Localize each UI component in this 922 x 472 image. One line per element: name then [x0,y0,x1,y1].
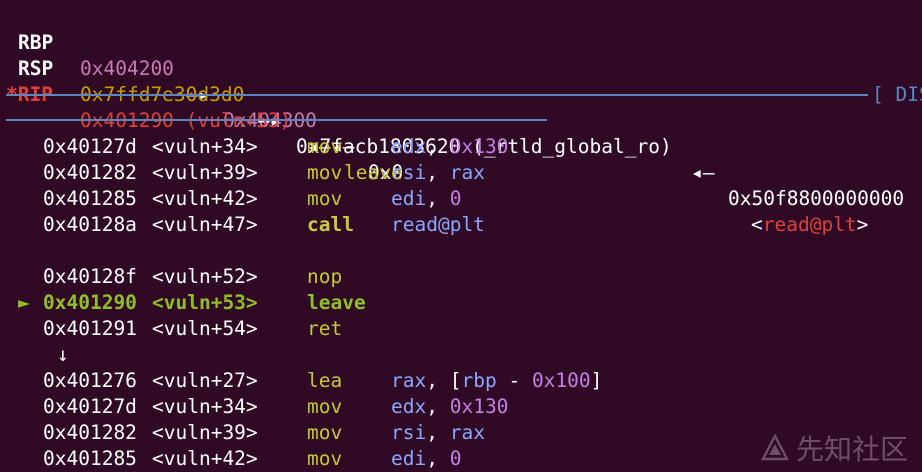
instruction-operands: read@plt [391,212,485,238]
section-divider [6,94,868,96]
comment-bracket-close: > [856,213,869,236]
instruction-address: 0x401285 [43,187,137,210]
instruction-mnemonic: leave [307,291,366,314]
instruction-address: 0x40127d [43,135,137,158]
operand-separator: , [426,395,450,418]
instruction-symbol: <vuln+53> [152,291,258,314]
instruction-symbol: <vuln+47> [152,213,258,236]
jump-down-arrow-icon: ↓ [57,343,69,366]
operand-separator: , [426,135,450,158]
operand-1: rsi [391,421,427,444]
comment-bracket-open: < [751,213,763,236]
instruction-mnemonic: mov [307,161,343,184]
instruction-mnemonic: nop [307,265,343,288]
instruction-address: 0x401282 [43,421,137,444]
instruction-mnemonic: ret [307,317,343,340]
instruction-symbol: <vuln+39> [152,421,258,444]
instruction-address: 0x401276 [43,369,137,392]
instruction-operands: edi, 0 [391,186,461,212]
current-instruction-pointer-icon: ► [18,291,30,314]
call-target-symbol: read@plt [762,213,857,236]
instruction-address: 0x401282 [43,161,137,184]
instruction-mnemonic: mov [307,395,343,418]
instruction-mnemonic: mov [307,421,343,444]
operand-separator: , [426,187,450,210]
instruction-operands: rsi, rax [391,160,485,186]
memory-operator: - [496,369,532,392]
instruction-operands: rax, [rbp - 0x100] [391,368,602,394]
instruction-mnemonic: mov [307,447,343,470]
instruction-address: 0x401291 [43,317,137,340]
instruction-symbol: <vuln+54> [152,317,258,340]
register-value: 0x404200 [80,57,174,80]
operand-2: rax [449,161,485,184]
operand-1: edx [391,395,427,418]
instruction-address: 0x40128f [43,265,137,288]
instruction-address: 0x40128a [43,213,137,236]
instruction-operands: edx, 0x130 [391,394,508,420]
operand-2: rax [449,421,485,444]
instruction-mnemonic: lea [307,369,343,392]
instruction-address: 0x401285 [43,447,137,470]
operand-2: 0 [449,187,462,210]
instruction-address: 0x40127d [43,395,137,418]
instruction-symbol: <vuln+34> [152,395,258,418]
instruction-address: 0x401290 [43,291,137,314]
operand-1: edx [391,135,427,158]
instruction-operands: edx, 0x130 [391,134,508,160]
operand-1: edi [391,187,427,210]
instruction-operands: rsi, rax [391,420,485,446]
register-value: 0x401290 (vuln+53) [80,109,292,132]
instruction-symbol: <vuln+39> [152,161,258,184]
register-rsp-line: RSP 0x7ffd7e30d3d0 —▸ 0x7facb1803620 (_r… [0,30,904,210]
memory-base-register: rbp [461,369,497,392]
operand-1: read@plt [391,213,485,236]
operand-separator: , [426,369,450,392]
instruction-symbol: <vuln+52> [152,265,258,288]
memory-bracket-open: [ [449,369,462,392]
instruction-mnemonic: call [307,213,354,236]
instruction-symbol: <vuln+27> [152,369,258,392]
back-arrow-icon: ◂— [691,161,715,184]
register-rip-line: *RIP 0x401290 (vuln+53) ◂— leave [0,56,403,184]
instruction-symbol: <vuln+34> [152,135,258,158]
operand-1: rsi [391,161,427,184]
operand-2: 0x130 [449,395,509,418]
operand-2: 0x130 [449,135,509,158]
operand-1: rax [391,369,427,392]
instruction-mnemonic: mov [307,187,343,210]
operand-separator: , [426,161,450,184]
operand-1: edi [391,447,427,470]
instruction-symbol: <vuln+42> [152,187,258,210]
instruction-symbol: <vuln+42> [152,447,258,470]
call-target-comment: <read@plt> [751,212,868,238]
deref-value-2: 0x50f8800000000 [728,187,905,210]
watermark: 先知社区 [760,428,908,468]
instruction-mnemonic: mov [307,135,343,158]
watermark-text: 先知社区 [795,433,908,466]
operand-separator: , [426,421,450,444]
section-underline [6,119,547,121]
operand-separator: , [426,447,450,470]
register-rbp-line: RBP 0x404200 —▸ 0x404300 ◂— 0x0 [0,4,403,184]
operand-2: 0 [449,447,462,470]
instruction-operands: edi, 0 [391,446,461,472]
memory-bracket-close: ] [590,369,603,392]
section-header: [ DIS [872,83,922,106]
watermark-logo-icon [761,433,789,461]
memory-displacement: 0x100 [531,369,591,392]
